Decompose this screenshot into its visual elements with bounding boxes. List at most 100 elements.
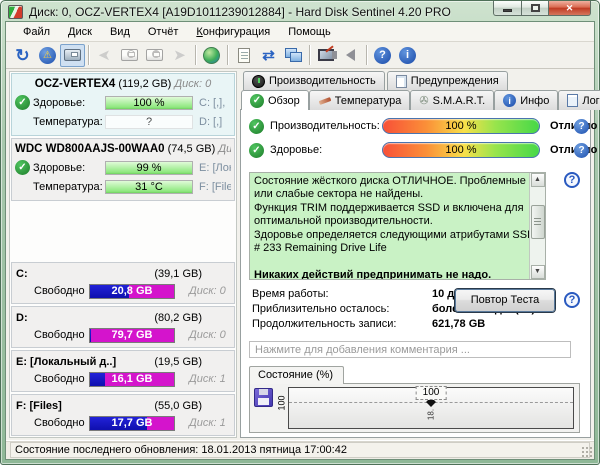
disk-number: Диск: 0 xyxy=(174,78,211,90)
status-help[interactable]: ? xyxy=(564,172,580,280)
disk-number: Диск: 1 xyxy=(218,143,231,155)
disk-card-1[interactable]: WDC WD800AAJS-00WAA0 (74,5 GB) Диск: 1 ✓… xyxy=(11,138,235,201)
scroll-up-icon[interactable]: ▲ xyxy=(531,173,545,187)
sound-button[interactable] xyxy=(338,44,363,67)
disk-schedule-button[interactable] xyxy=(117,44,142,67)
tab-label: Лог xyxy=(582,95,599,107)
history-tab[interactable]: Состояние (%) xyxy=(249,366,344,384)
sync-button[interactable]: ⇄ xyxy=(256,44,281,67)
disk-header: OCZ-VERTEX4 (119,2 GB) Диск: 0 xyxy=(15,76,231,93)
tab-overview[interactable]: ✓ Обзор xyxy=(241,90,309,110)
tab-temperature[interactable]: Температура xyxy=(309,90,411,110)
detect-disk-button[interactable] xyxy=(60,44,85,67)
overview-tab-content: ✓ Производительность: 100 % Отлично ? ✓ … xyxy=(240,109,591,438)
retest-button[interactable]: Повтор Теста xyxy=(455,289,555,312)
save-chart-icon[interactable] xyxy=(254,388,273,407)
partition-size: (39,1 GB) xyxy=(154,268,202,280)
refresh-icon: ↻ xyxy=(15,47,29,64)
space-usage-bar: 16,1 GB xyxy=(89,372,175,387)
network-status-button[interactable] xyxy=(199,44,224,67)
main-area: OCZ-VERTEX4 (119,2 GB) Диск: 0 ✓ Здоровь… xyxy=(6,69,594,440)
report-button[interactable] xyxy=(231,44,256,67)
partition-size: (55,0 GB) xyxy=(154,400,202,412)
speaker-icon xyxy=(346,49,355,61)
history-chart[interactable]: 100 18. xyxy=(288,387,574,429)
sync-arrows-icon: ⇄ xyxy=(262,46,275,64)
disk-card-0[interactable]: OCZ-VERTEX4 (119,2 GB) Диск: 0 ✓ Здоровь… xyxy=(11,73,235,136)
partition-card-c[interactable]: C: (39,1 GB) Свободно 20,8 GB Диск: 0 xyxy=(11,262,235,304)
info-row: Продолжительность записи: 621,78 GB xyxy=(249,317,580,332)
health-label: Здоровье: xyxy=(33,97,105,109)
page-icon xyxy=(396,75,407,88)
menu-file[interactable]: Файл xyxy=(14,24,59,40)
redo-arrow-icon: ➤ xyxy=(173,48,186,63)
client-area: Файл Диск Вид Отчёт Конфигурация Помощь … xyxy=(5,21,595,460)
tab-info[interactable]: i Инфо xyxy=(494,90,558,110)
status-text: Состояние жёсткого диска ОТЛИЧНОЕ. Пробл… xyxy=(254,175,540,256)
partition-disk-number: Диск: 1 xyxy=(189,417,226,429)
comment-input[interactable]: Нажмите для добавления комментария ... xyxy=(249,341,571,358)
tab-alerts[interactable]: Предупреждения xyxy=(387,71,508,90)
partition-labels: D: [,] xyxy=(199,116,222,128)
next-disk-button[interactable]: ➤ xyxy=(167,44,192,67)
disk-icon xyxy=(64,49,81,61)
tab-performance[interactable]: Производительность xyxy=(243,71,385,90)
scroll-thumb[interactable] xyxy=(531,205,545,239)
help-button[interactable]: ? xyxy=(370,44,395,67)
performance-meter: 100 % xyxy=(382,118,540,134)
partition-card-f[interactable]: F: [Files] (55,0 GB) Свободно 17,7 GB Ди… xyxy=(11,394,235,436)
partition-card-e[interactable]: E: [Локальный д..] (19,5 GB) Свободно 16… xyxy=(11,350,235,392)
about-button[interactable]: i xyxy=(395,44,420,67)
minimize-button[interactable] xyxy=(493,1,522,16)
menu-view[interactable]: Вид xyxy=(101,24,139,40)
disk-size: (74,5 GB) xyxy=(168,143,216,155)
tab-label: Производительность xyxy=(269,75,376,87)
health-history-section: Состояние (%) 100 100 18. xyxy=(249,366,580,433)
tab-smart[interactable]: ✇ S.M.A.R.T. xyxy=(410,90,494,110)
prev-disk-button[interactable]: ➤ xyxy=(92,44,117,67)
status-advice: Никаких действий предпринимать не надо. xyxy=(254,269,541,280)
info-icon: i xyxy=(399,47,416,64)
partition-card-d[interactable]: D: (80,2 GB) Свободно 79,7 GB Диск: 0 xyxy=(11,306,235,348)
space-usage-bar: 20,8 GB xyxy=(89,284,175,299)
power-on-time-label: Время работы: xyxy=(252,288,432,300)
tab-label: Обзор xyxy=(268,95,300,107)
disk-name: WDC WD800AAJS-00WAA0 xyxy=(15,143,165,155)
health-row: ✓ Здоровье: 100 % Отлично ? xyxy=(249,142,580,159)
status-scrollbar[interactable]: ▲ ▼ xyxy=(529,173,545,279)
title-bar[interactable]: Диск: 0, OCZ-VERTEX4 [A19D1011239012884]… xyxy=(1,1,599,21)
partition-disk-number: Диск: 0 xyxy=(189,329,226,341)
health-ok-icon: ✓ xyxy=(15,95,30,110)
disk-accept-button[interactable]: ✓ xyxy=(142,44,167,67)
alerts-button[interactable]: ⚠ xyxy=(35,44,60,67)
health-row: ✓ Здоровье: 99 % E: [Локальный д..] xyxy=(15,158,231,177)
free-space-value: 16,1 GB xyxy=(90,373,174,386)
disk-header: WDC WD800AAJS-00WAA0 (74,5 GB) Диск: 1 xyxy=(15,141,231,158)
menu-help[interactable]: Помощь xyxy=(279,24,340,40)
free-space-value: 20,8 GB xyxy=(90,285,174,298)
scroll-down-icon[interactable]: ▼ xyxy=(531,265,545,279)
maximize-button[interactable] xyxy=(522,1,549,16)
health-bar: 100 % xyxy=(105,96,193,110)
retest-help-icon[interactable]: ? xyxy=(564,292,580,308)
health-label: Здоровье: xyxy=(33,162,105,174)
menu-configuration[interactable]: Конфигурация xyxy=(187,24,279,40)
report-document-icon xyxy=(238,48,250,63)
last-update-status: Состояние последнего обновления: 18.01.2… xyxy=(10,442,590,458)
lifetime-info-section: Время работы: 10 дня(ей), Приблизительно… xyxy=(249,287,580,332)
remote-network-button[interactable] xyxy=(281,44,306,67)
tab-log[interactable]: Лог xyxy=(558,90,600,110)
status-help-icon: ? xyxy=(564,172,580,188)
close-button[interactable]: ✕ xyxy=(549,1,591,16)
menu-report[interactable]: Отчёт xyxy=(139,24,187,40)
toolbar-separator xyxy=(195,45,196,65)
disk-status-textbox[interactable]: Состояние жёсткого диска ОТЛИЧНОЕ. Пробл… xyxy=(249,172,546,280)
menu-disk[interactable]: Диск xyxy=(59,24,101,40)
temperature-label: Температура: xyxy=(33,116,105,128)
health-ok-icon: ✓ xyxy=(249,143,264,158)
y-axis-tick-label: 100 xyxy=(277,395,287,410)
resize-grip[interactable] xyxy=(582,447,592,457)
refresh-button[interactable]: ↻ xyxy=(10,44,35,67)
estimated-remaining-label: Приблизительно осталось: xyxy=(252,303,432,315)
thermometer-icon xyxy=(318,94,331,107)
